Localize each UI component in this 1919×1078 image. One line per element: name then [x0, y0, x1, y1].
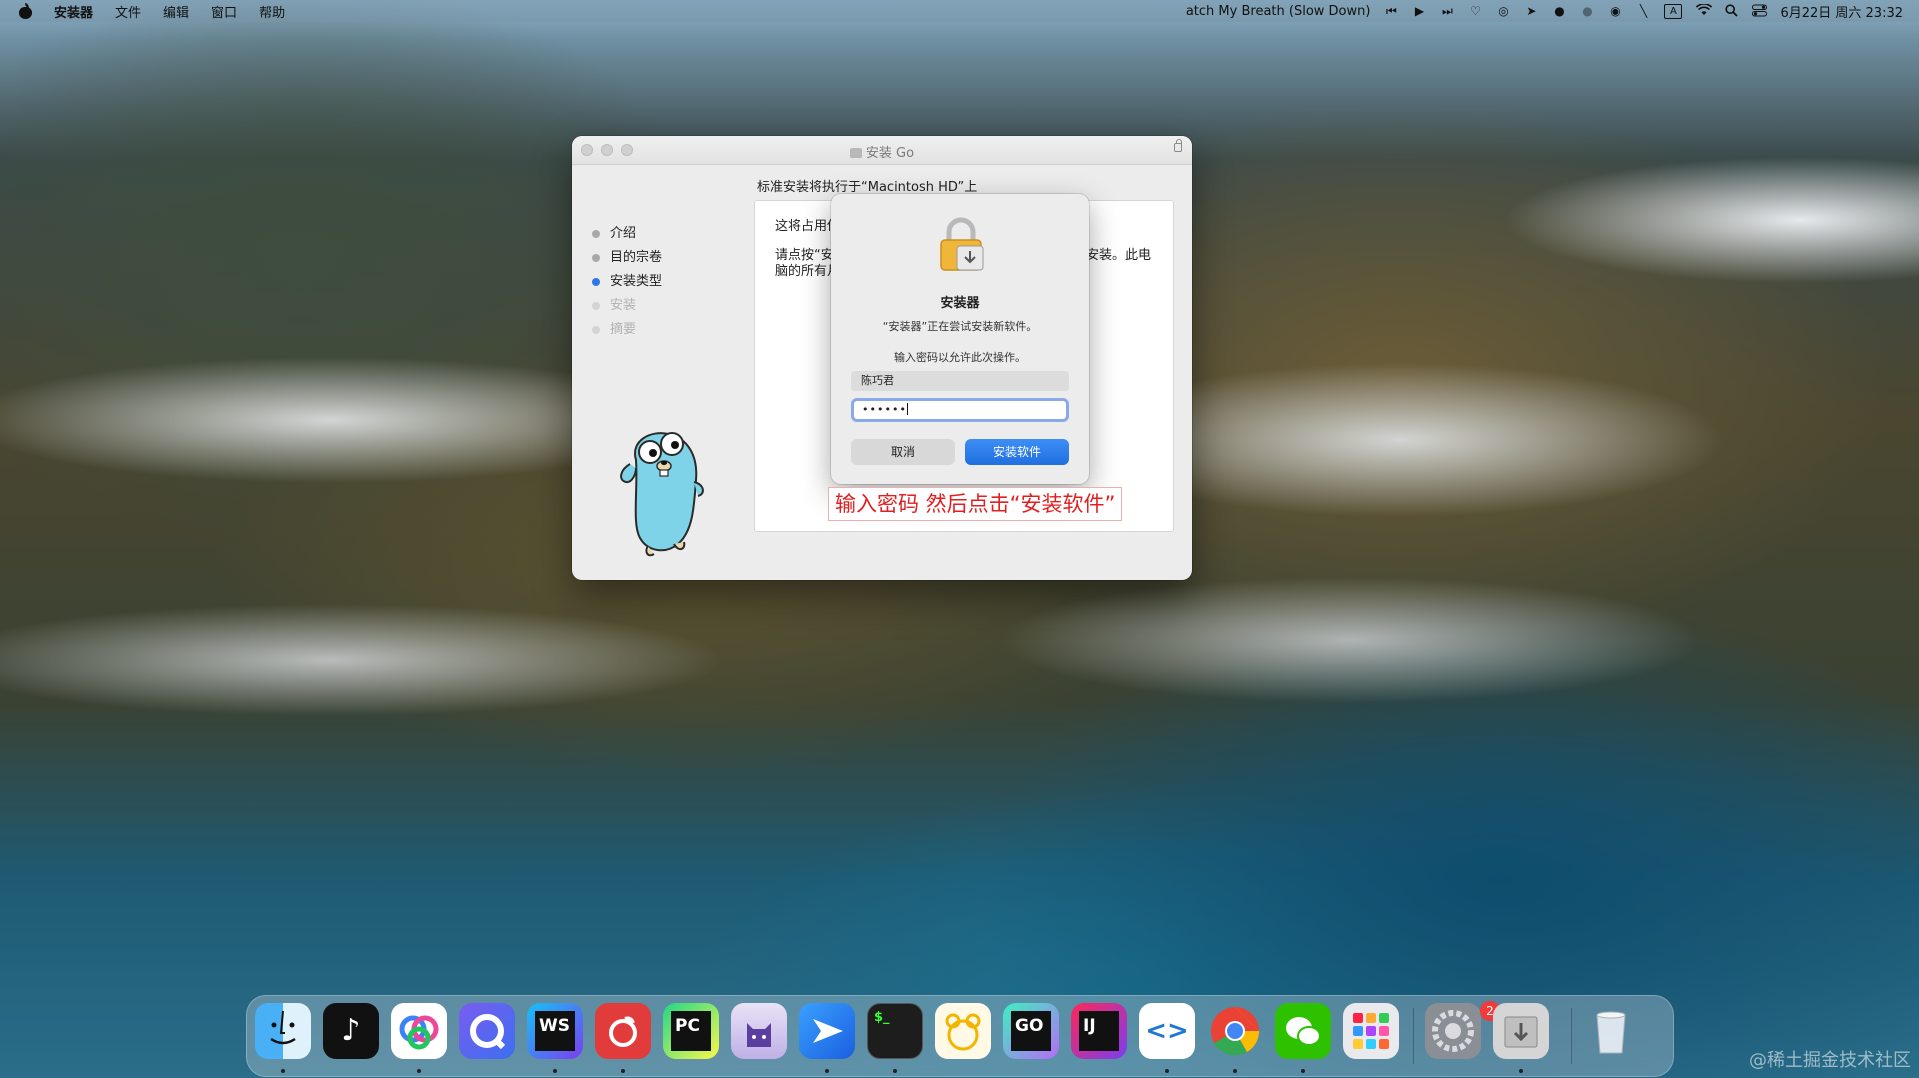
running-indicator: [825, 1069, 829, 1073]
heart-icon[interactable]: ♡: [1468, 4, 1482, 18]
menu-window[interactable]: 窗口: [211, 2, 237, 21]
running-indicator: [1519, 1069, 1523, 1073]
cat-app-icon[interactable]: [731, 1003, 787, 1059]
running-indicator: [893, 1069, 897, 1073]
netease-menubar-icon[interactable]: ◎: [1496, 4, 1510, 18]
input-method-icon[interactable]: A: [1664, 3, 1683, 19]
bear-app-icon[interactable]: [935, 1003, 991, 1059]
auth-title: 安装器: [940, 296, 980, 311]
auth-prompt: 输入密码以允许此次操作。: [894, 351, 1026, 364]
quark-icon[interactable]: [459, 1003, 515, 1059]
launchpad-icon[interactable]: [1343, 1003, 1399, 1059]
install-software-button[interactable]: 安装软件: [965, 439, 1069, 465]
auth-dialog: 安装器 “安装器”正在尝试安装新软件。 输入密码以允许此次操作。 陈巧君 •••…: [831, 194, 1089, 484]
running-indicator: [621, 1069, 625, 1073]
running-indicator: [1165, 1069, 1169, 1073]
window-titlebar[interactable]: 安装 Go: [572, 136, 1192, 165]
instructions-right: 安装。此电: [1085, 248, 1151, 263]
menu-bar: 安装器 文件 编辑 窗口 帮助 atch My Breath (Slow Dow…: [0, 0, 1919, 22]
install-destination-text: 标准安装将执行于“Macintosh HD”上: [757, 180, 978, 195]
running-indicator: [417, 1069, 421, 1073]
step-summary: 摘要: [592, 318, 662, 342]
menu-file[interactable]: 文件: [115, 2, 141, 21]
step-install: 安装: [592, 294, 662, 318]
watermark: @稀土掘金技术社区: [1749, 1050, 1911, 1071]
instruction-annotation: 输入密码 然后点击“安装软件”: [828, 487, 1123, 521]
feishu-menubar-icon[interactable]: ➤: [1524, 4, 1538, 18]
chrome-icon[interactable]: [1207, 1003, 1263, 1059]
pycharm-icon[interactable]: PC: [663, 1003, 719, 1059]
text-caret: [906, 403, 908, 415]
spotlight-search-icon[interactable]: [1724, 4, 1738, 18]
play-icon[interactable]: ▶: [1412, 4, 1426, 18]
slash-menubar-icon[interactable]: ╲: [1636, 4, 1650, 18]
step-label: 介绍: [610, 226, 637, 241]
control-center-icon[interactable]: [1752, 4, 1768, 18]
running-indicator: [1301, 1069, 1305, 1073]
dock-separator: [1413, 1008, 1414, 1064]
screen-record-icon[interactable]: ◉: [1608, 4, 1622, 18]
tiktok-icon[interactable]: ♪: [323, 1003, 379, 1059]
previous-track-icon[interactable]: ⏮: [1384, 4, 1398, 18]
step-label: 目的宗卷: [610, 250, 663, 265]
next-track-icon[interactable]: ⏭: [1440, 4, 1454, 18]
step-dot-icon: [592, 278, 600, 286]
step-introduction: 介绍: [592, 222, 662, 246]
running-indicator: [553, 1069, 557, 1073]
auth-description: “安装器”正在尝试安装新软件。: [882, 320, 1038, 333]
apple-menu-icon[interactable]: [18, 3, 32, 19]
step-install-type: 安装类型: [592, 270, 662, 294]
password-field[interactable]: ••••••: [851, 398, 1069, 422]
now-playing-title[interactable]: atch My Breath (Slow Down): [1186, 4, 1371, 19]
package-icon: [849, 148, 862, 158]
instructions-left: 请点按“安: [775, 248, 834, 263]
dock-separator: [1571, 1008, 1572, 1064]
intellij-icon[interactable]: IJ: [1071, 1003, 1127, 1059]
webstorm-label: WS: [535, 1011, 575, 1051]
password-mask: ••••••: [862, 403, 907, 416]
goland-icon[interactable]: GO: [1003, 1003, 1059, 1059]
finder-icon[interactable]: [255, 1003, 311, 1059]
menubar-clock[interactable]: 6月22日 周六 23:32: [1780, 2, 1903, 21]
netease-music-icon[interactable]: [595, 1003, 651, 1059]
step-dot-icon: [592, 254, 600, 262]
menu-help[interactable]: 帮助: [259, 2, 285, 21]
step-dot-icon: [592, 230, 600, 238]
wifi-icon[interactable]: [1696, 3, 1713, 18]
go-gopher-mascot-icon: [620, 432, 704, 557]
step-dot-icon: [592, 326, 600, 334]
menu-edit[interactable]: 编辑: [163, 2, 189, 21]
pycharm-label: PC: [671, 1011, 711, 1051]
intellij-label: IJ: [1079, 1011, 1119, 1051]
window-title-text: 安装 Go: [865, 146, 915, 161]
wechat-menubar-icon[interactable]: ●: [1552, 4, 1566, 18]
vscode-icon[interactable]: <>: [1139, 1003, 1195, 1059]
goland-label: GO: [1011, 1011, 1051, 1051]
terminal-icon[interactable]: $_: [867, 1003, 923, 1059]
baidu-netdisk-icon[interactable]: [391, 1003, 447, 1059]
padlock-icon: [940, 217, 984, 271]
feishu-icon[interactable]: [799, 1003, 855, 1059]
installer-steps: 介绍 目的宗卷 安装类型 安装 摘要: [592, 222, 662, 342]
running-indicator: [281, 1069, 285, 1073]
wechat-icon[interactable]: [1275, 1003, 1331, 1059]
trash-icon[interactable]: [1583, 1003, 1639, 1059]
lock-icon[interactable]: [1174, 139, 1182, 152]
webstorm-icon[interactable]: WS: [527, 1003, 583, 1059]
running-indicator: [1233, 1069, 1237, 1073]
window-title: 安装 Go: [572, 142, 1192, 161]
step-label: 摘要: [610, 322, 637, 337]
step-destination: 目的宗卷: [592, 246, 662, 270]
cancel-button[interactable]: 取消: [851, 439, 955, 465]
step-dot-icon: [592, 302, 600, 310]
step-label: 安装类型: [610, 274, 663, 289]
username-field[interactable]: 陈巧君: [851, 371, 1069, 391]
menu-app-name[interactable]: 安装器: [54, 2, 93, 21]
installer-icon[interactable]: [1493, 1003, 1549, 1059]
system-settings-icon[interactable]: [1425, 1003, 1481, 1059]
cloud-menubar-icon[interactable]: ●: [1580, 4, 1594, 18]
step-label: 安装: [610, 298, 637, 313]
